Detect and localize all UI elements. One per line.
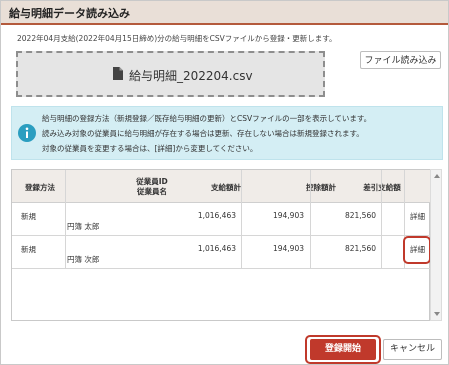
row-deduction-total: 194,903 xyxy=(272,244,304,253)
detail-link[interactable]: 詳細 xyxy=(410,211,425,222)
info-notice: 給与明細の登録方法（新規登録／既存給与明細の更新）とCSVファイルの一部を表示し… xyxy=(11,106,443,160)
row-payment-total: 1,016,463 xyxy=(197,211,236,220)
table-scrollbar[interactable] xyxy=(430,169,442,321)
period-info-text: 2022年04月支給(2022年04月15日締め)分の給与明細をCSVファイルか… xyxy=(17,34,337,43)
row-net-pay: 821,560 xyxy=(344,244,376,253)
table-header: 登録方法 従業員ID 従業員名 支給額計 控除額計 差引支給額 xyxy=(12,170,431,203)
dialog-title-bar: 給与明細データ読み込み xyxy=(1,1,448,25)
document-icon xyxy=(113,67,123,80)
header-deduction-total: 控除額計 xyxy=(306,183,336,192)
header-net-pay: 差引支給額 xyxy=(363,183,401,192)
cancel-button[interactable]: キャンセル xyxy=(383,339,442,360)
row-net-pay: 821,560 xyxy=(344,211,376,220)
csv-file-dropzone[interactable]: 給与明細_202204.csv xyxy=(16,51,325,97)
row-deduction-total: 194,903 xyxy=(272,211,304,220)
notice-line: 読み込み対象の従業員に給与明細が存在する場合は更新、存在しない場合は新規登録され… xyxy=(42,129,364,138)
dialog-title: 給与明細データ読み込み xyxy=(9,7,130,20)
detail-highlight xyxy=(403,236,431,264)
table-row: 新規 円簿 次郎 1,016,463 194,903 821,560 詳細 xyxy=(12,235,431,269)
selected-file-name: 給与明細_202204.csv xyxy=(129,69,253,83)
import-preview-table: 登録方法 従業員ID 従業員名 支給額計 控除額計 差引支給額 新規 円簿 太郎… xyxy=(11,169,431,321)
table-row: 新規 円簿 太郎 1,016,463 194,903 821,560 詳細 xyxy=(12,202,431,236)
row-employee-name: 円簿 次郎 xyxy=(67,255,100,264)
file-import-button[interactable]: ファイル読み込み xyxy=(360,51,441,69)
notice-line: 対象の従業員を変更する場合は、[詳細]から変更してください。 xyxy=(42,144,258,153)
register-start-button[interactable]: 登録開始 xyxy=(310,339,376,360)
row-employee-name: 円簿 太郎 xyxy=(67,222,100,231)
notice-line: 給与明細の登録方法（新規登録／既存給与明細の更新）とCSVファイルの一部を表示し… xyxy=(42,114,372,123)
header-method: 登録方法 xyxy=(25,183,55,192)
info-icon xyxy=(18,124,36,142)
scroll-up-icon[interactable] xyxy=(434,174,440,178)
row-method: 新規 xyxy=(21,212,36,221)
scroll-down-icon[interactable] xyxy=(434,312,440,316)
row-method: 新規 xyxy=(21,245,36,254)
payroll-import-dialog: 給与明細データ読み込み 2022年04月支給(2022年04月15日締め)分の給… xyxy=(0,0,449,365)
row-payment-total: 1,016,463 xyxy=(197,244,236,253)
header-employee-name: 従業員名 xyxy=(137,187,167,196)
